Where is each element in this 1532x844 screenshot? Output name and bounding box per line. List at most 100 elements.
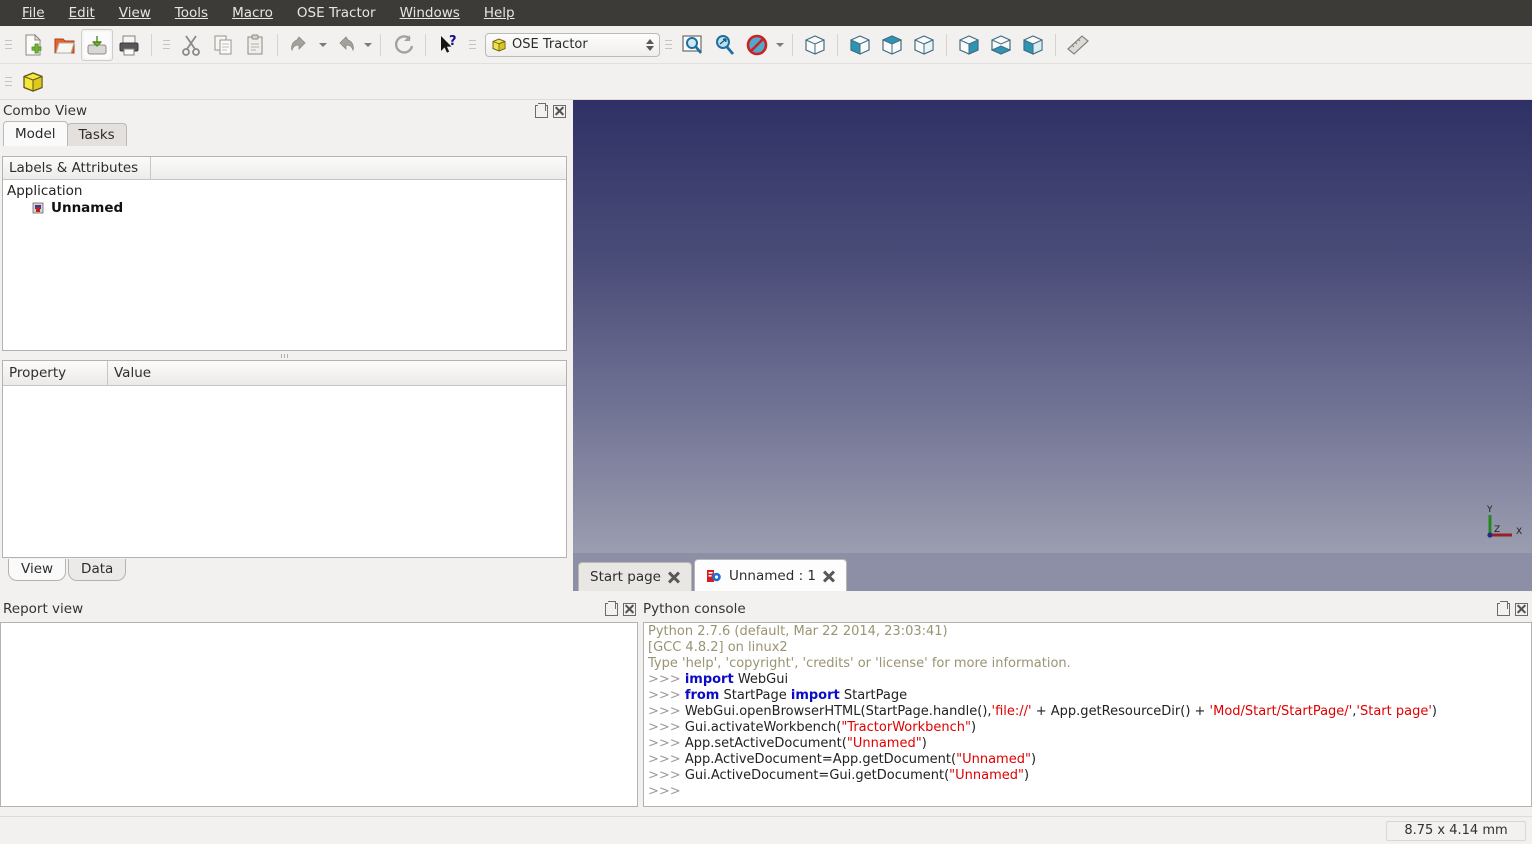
bottom-view-button[interactable]	[985, 29, 1017, 61]
new-document-button[interactable]	[17, 29, 49, 61]
tab-tasks[interactable]: Tasks	[66, 123, 127, 146]
workbench-selector[interactable]: OSE Tractor	[485, 32, 660, 57]
combo-view-close-button[interactable]	[553, 104, 566, 118]
console-line: Type 'help', 'copyright', 'credits' or '…	[648, 656, 1531, 672]
mdi-tab-start-page[interactable]: Start page	[578, 562, 692, 591]
open-document-button[interactable]	[49, 29, 81, 61]
rear-view-button[interactable]	[953, 29, 985, 61]
toolbar-grip-tractor[interactable]	[3, 71, 13, 93]
console-token-str: "Unnamed"	[949, 768, 1024, 783]
measure-button[interactable]	[1062, 29, 1094, 61]
combo-view-splitter[interactable]	[2, 351, 567, 360]
front-view-button[interactable]	[844, 29, 876, 61]
paste-button[interactable]	[239, 29, 271, 61]
menu-tools[interactable]: Tools	[163, 2, 220, 24]
top-view-button[interactable]	[876, 29, 908, 61]
menu-windows-label: Windows	[399, 5, 460, 21]
tab-model[interactable]: Model	[3, 121, 68, 146]
console-token-str: 'Start page'	[1356, 704, 1432, 719]
console-token-plain: App.setActiveDocument(	[684, 736, 847, 751]
console-token-prompt: >>>	[648, 720, 685, 735]
console-token-plain: StartPage	[719, 688, 791, 703]
main-toolbar: ? OSE Tractor	[0, 26, 1532, 64]
console-token-plain: )	[921, 736, 927, 751]
console-token-kw: import	[684, 672, 734, 687]
isometric-view-button[interactable]	[799, 29, 831, 61]
menu-edit[interactable]: Edit	[57, 2, 107, 24]
python-console-float-button[interactable]	[1497, 600, 1510, 616]
menu-help[interactable]: Help	[472, 2, 527, 24]
save-document-button[interactable]	[81, 28, 113, 61]
console-token-kw: from	[684, 688, 720, 703]
mdi-tab-unnamed[interactable]: Unnamed : 1	[694, 559, 848, 591]
undo-dropdown-arrow[interactable]	[316, 31, 329, 59]
undo-button[interactable]	[284, 29, 316, 61]
console-token-str: 'file://'	[991, 704, 1032, 719]
toolbar-grip-view[interactable]	[663, 34, 673, 56]
python-console-close-button[interactable]	[1515, 602, 1528, 616]
menu-macro[interactable]: Macro	[220, 2, 285, 24]
menu-ose-tractor-label: OSE Tractor	[296, 5, 376, 21]
toolbar-grip-edit[interactable]	[161, 34, 171, 56]
svg-text:?: ?	[449, 34, 457, 49]
copy-button[interactable]	[207, 29, 239, 61]
report-view-output[interactable]	[0, 622, 638, 807]
mdi-tab-bar: Start page Unnamed : 1	[573, 553, 1532, 591]
menu-view[interactable]: View	[107, 2, 163, 24]
combo-view-title: Combo View	[3, 103, 87, 119]
combo-view-titlebar: Combo View	[0, 100, 570, 122]
python-console-output[interactable]: Python 2.7.6 (default, Mar 22 2014, 23:0…	[643, 622, 1532, 807]
report-view-panel: Report view	[0, 598, 640, 816]
tree-item-unnamed[interactable]: Unnamed	[7, 200, 566, 216]
menu-windows[interactable]: Windows	[388, 2, 472, 24]
console-line: >>>	[648, 784, 1531, 800]
toolbar-separator-8	[1055, 33, 1056, 56]
cut-button[interactable]	[175, 29, 207, 61]
property-editor[interactable]: Property Value	[2, 360, 567, 558]
box-zoom-button[interactable]	[709, 29, 741, 61]
value-column-header: Value	[114, 365, 152, 381]
console-banner-text: [GCC 4.8.2] on linux2	[648, 640, 788, 655]
menu-file[interactable]: File	[10, 2, 57, 24]
draw-style-button[interactable]	[741, 29, 773, 61]
redo-button[interactable]	[329, 29, 361, 61]
console-line: >>> App.setActiveDocument("Unnamed")	[648, 736, 1531, 752]
console-token-str: 'Mod/Start/StartPage/'	[1209, 704, 1353, 719]
report-view-close-button[interactable]	[623, 602, 636, 616]
freecad-logo-icon	[707, 569, 721, 582]
combo-view-float-button[interactable]	[535, 102, 548, 118]
fit-all-button[interactable]	[677, 29, 709, 61]
model-tree[interactable]: Labels & Attributes Application Unnamed	[2, 156, 567, 351]
console-line: >>> Gui.activateWorkbench("TractorWorkbe…	[648, 720, 1531, 736]
python-console-panel: Python console Python 2.7.6 (default, Ma…	[640, 598, 1532, 816]
mdi-tab-unnamed-close-icon[interactable]	[823, 570, 835, 582]
console-line: >>> import WebGui	[648, 672, 1531, 688]
tab-data[interactable]: Data	[68, 559, 127, 581]
tab-view-label: View	[21, 561, 54, 577]
mdi-tab-start-page-close-icon[interactable]	[668, 571, 680, 583]
toolbar-grip-file[interactable]	[3, 34, 13, 56]
tree-item-application[interactable]: Application	[7, 182, 566, 200]
workbench-spinner[interactable]	[646, 38, 657, 51]
console-token-plain: StartPage	[839, 688, 908, 703]
tab-view[interactable]: View	[8, 559, 67, 581]
refresh-button[interactable]	[387, 29, 419, 61]
console-token-plain: + App.getResourceDir() +	[1031, 704, 1210, 719]
report-view-float-button[interactable]	[605, 600, 618, 616]
console-token-prompt: >>>	[648, 704, 685, 719]
svg-text:Z: Z	[1494, 525, 1500, 535]
model-tree-body: Application Unnamed	[3, 180, 566, 216]
toolbar-grip-workbench[interactable]	[467, 34, 477, 56]
console-banner-text: Type 'help', 'copyright', 'credits' or '…	[648, 656, 1071, 671]
tractor-cube-button[interactable]	[17, 66, 49, 98]
redo-dropdown-arrow[interactable]	[361, 31, 374, 59]
draw-style-dropdown-arrow[interactable]	[773, 31, 786, 59]
python-console-titlebar: Python console	[640, 598, 1532, 620]
menu-ose-tractor[interactable]: OSE Tractor	[285, 2, 388, 24]
whats-this-button[interactable]: ?	[432, 29, 464, 61]
print-button[interactable]	[113, 29, 145, 61]
3d-viewport[interactable]: Y X Z	[573, 100, 1532, 553]
menu-file-label: File	[22, 5, 45, 21]
left-view-button[interactable]	[1017, 29, 1049, 61]
right-view-button[interactable]	[908, 29, 940, 61]
